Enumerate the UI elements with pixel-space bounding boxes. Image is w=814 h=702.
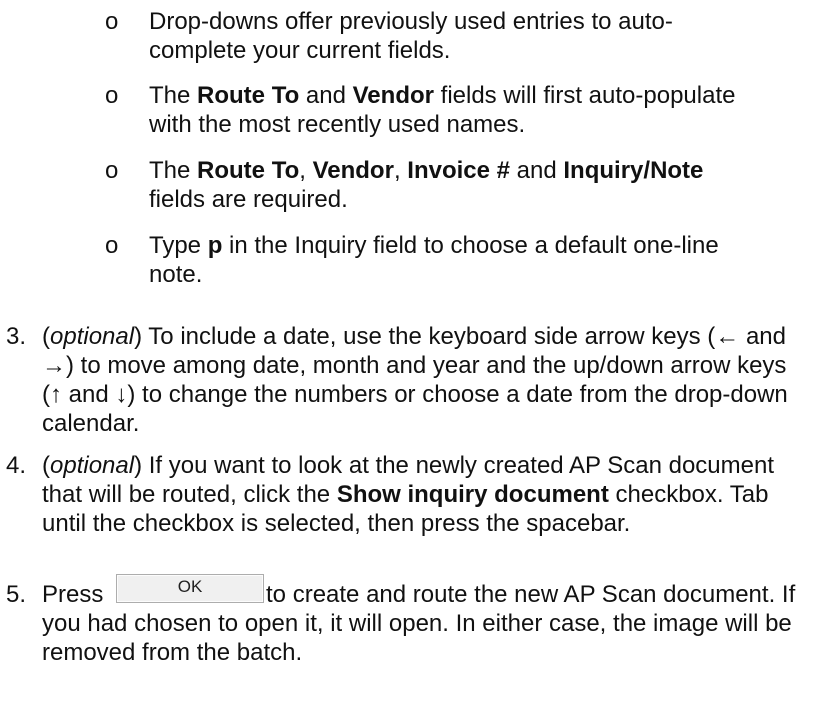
step-text: (optional) To include a date, use the ke…	[42, 323, 788, 437]
optional-label: optional	[50, 452, 135, 479]
list-item: o The Route To, Vendor, Invoice # and In…	[105, 156, 739, 214]
bullet-text: The Route To and Vendor fields will firs…	[149, 82, 736, 138]
field-name-vendor: Vendor	[352, 82, 434, 109]
show-inquiry-document-label: Show inquiry document	[336, 481, 609, 508]
field-name-inquiry-note: Inquiry/Note	[563, 157, 704, 184]
field-name-route-to: Route To	[197, 82, 300, 109]
bullet-list: o Drop-downs offer previously used entri…	[0, 0, 814, 289]
step-text: (optional) If you want to look at the ne…	[42, 452, 775, 537]
document-page: o Drop-downs offer previously used entri…	[0, 0, 814, 702]
list-item: o Type p in the Inquiry field to choose …	[105, 231, 739, 289]
ok-button[interactable]: OK	[116, 574, 265, 603]
field-name-vendor: Vendor	[312, 157, 394, 184]
bullet-marker: o	[105, 82, 119, 109]
bullet-text: The Route To, Vendor, Invoice # and Inqu…	[149, 157, 704, 213]
bullet-marker: o	[105, 8, 119, 35]
bullet-marker: o	[105, 232, 119, 259]
optional-label: optional	[50, 323, 135, 350]
list-item: o Drop-downs offer previously used entri…	[105, 7, 739, 65]
bullet-text: Drop-downs offer previously used entries…	[149, 8, 673, 64]
step-number: 3.	[6, 323, 27, 350]
step-number: 4.	[6, 452, 27, 479]
step-text: Press OK to create and route the new AP S…	[42, 574, 802, 667]
keyword-p: p	[207, 232, 223, 259]
field-name-route-to: Route To	[197, 157, 300, 184]
step-number: 5.	[6, 581, 27, 608]
list-item: o The Route To and Vendor fields will fi…	[105, 81, 739, 139]
bullet-marker: o	[105, 157, 119, 184]
field-name-invoice: Invoice #	[407, 157, 510, 184]
bullet-text: Type p in the Inquiry field to choose a …	[149, 232, 719, 288]
